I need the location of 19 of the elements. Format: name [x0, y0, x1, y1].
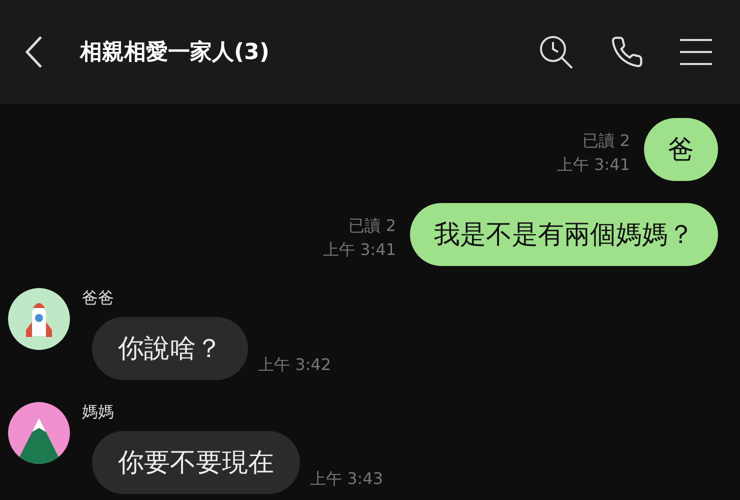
message-time: 上午 3:41 — [556, 154, 630, 176]
rocket-avatar-icon — [8, 288, 70, 350]
back-button[interactable] — [24, 35, 44, 69]
sent-message-bubble: 我是不是有兩個媽媽？ — [410, 203, 718, 266]
message-time: 上午 3:43 — [310, 469, 384, 490]
message-time: 上午 3:42 — [258, 355, 332, 376]
sender-name: 媽媽 — [82, 402, 115, 423]
sender-name: 爸爸 — [82, 288, 115, 309]
menu-icon[interactable] — [680, 38, 712, 66]
read-receipt: 已讀 2 — [582, 130, 630, 152]
received-message-bubble: 你說啥？ — [92, 317, 248, 380]
received-message-bubble: 你要不要現在 — [92, 431, 300, 494]
phone-icon[interactable] — [610, 35, 644, 69]
read-receipt: 已讀 2 — [348, 215, 396, 237]
search-history-icon[interactable] — [538, 34, 574, 70]
message-time: 上午 3:41 — [322, 239, 396, 261]
mountain-avatar-icon — [8, 402, 70, 464]
chat-title: 相親相愛一家人(3) — [80, 38, 270, 67]
sent-message-bubble: 爸 — [644, 118, 718, 181]
